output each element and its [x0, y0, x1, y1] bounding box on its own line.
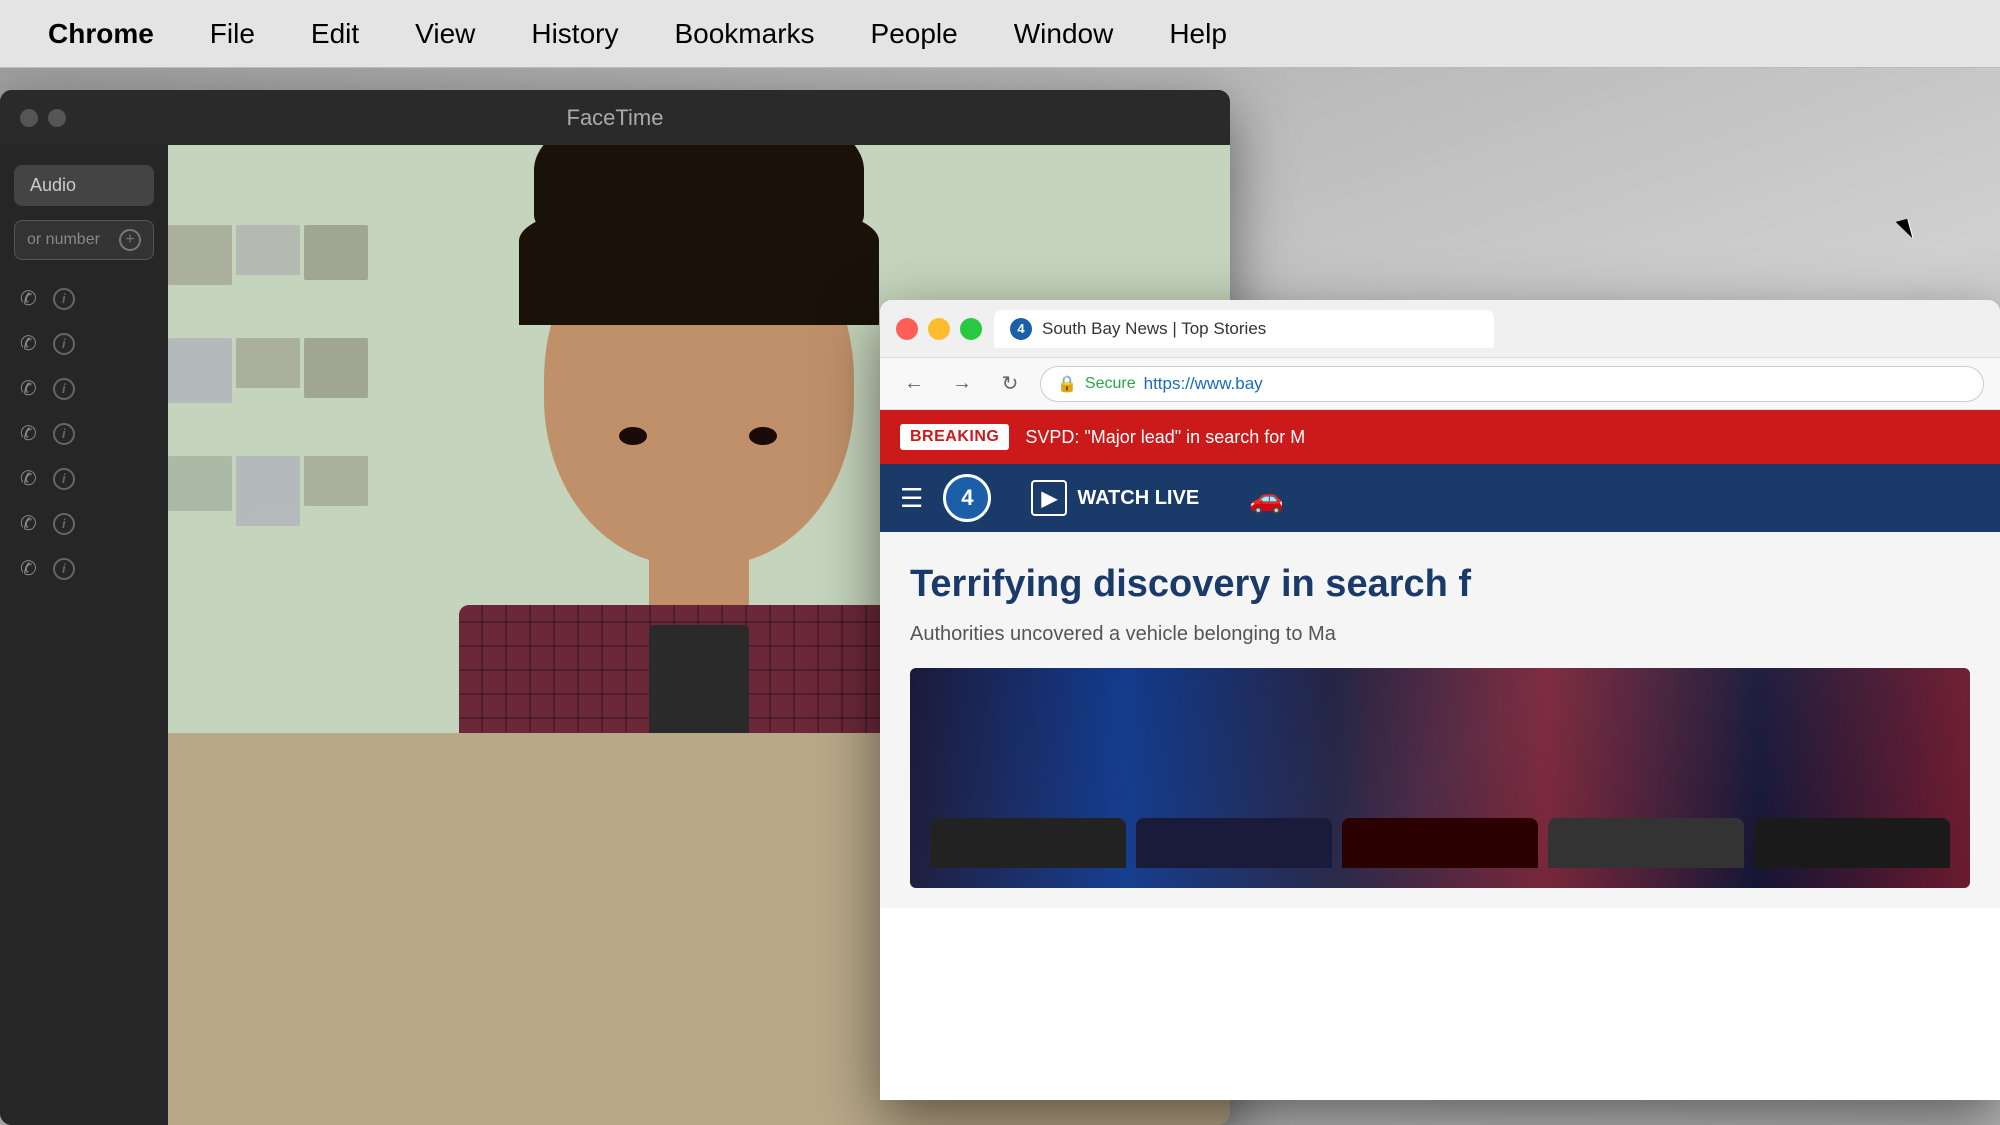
photo-9: [304, 456, 368, 506]
site-navbar: ☰ 4 ▶ WATCH LIVE 🚗: [880, 464, 2000, 532]
menu-window[interactable]: Window: [986, 18, 1142, 50]
photo-4: [168, 338, 232, 403]
browser-window-controls: [896, 318, 982, 340]
url-text: https://www.bay: [1144, 374, 1263, 394]
audio-button[interactable]: Audio: [14, 165, 154, 206]
phone-icon-3: ✆: [20, 376, 37, 401]
add-contact-button[interactable]: +: [119, 229, 141, 251]
browser-toolbar: ← → ↻ 🔒 Secure https://www.bay: [880, 358, 2000, 410]
info-icon-2[interactable]: i: [53, 333, 75, 355]
play-icon: ▶: [1031, 480, 1067, 516]
reload-button[interactable]: ↻: [992, 366, 1028, 402]
contact-row-1: ✆ i: [0, 276, 168, 321]
phone-icon-7: ✆: [20, 556, 37, 581]
photo-8: [236, 456, 300, 526]
facetime-titlebar: FaceTime: [0, 90, 1230, 145]
search-placeholder: or number: [27, 231, 100, 249]
person-left-eye: [619, 427, 647, 445]
play-triangle: ▶: [1042, 486, 1057, 511]
contact-row-7: ✆ i: [0, 546, 168, 591]
menu-bar: Chrome File Edit View History Bookmarks …: [0, 0, 2000, 68]
breaking-text: SVPD: "Major lead" in search for M: [1025, 427, 1305, 448]
photo-7: [168, 456, 232, 511]
browser-maximize-button[interactable]: [960, 318, 982, 340]
channel-logo: 4: [943, 474, 991, 522]
person-hair-side: [519, 205, 879, 325]
breaking-banner: BREAKING SVPD: "Major lead" in search fo…: [880, 410, 2000, 464]
contact-row-6: ✆ i: [0, 501, 168, 546]
menu-history[interactable]: History: [503, 18, 646, 50]
forward-button[interactable]: →: [944, 366, 980, 402]
browser-window: 4 South Bay News | Top Stories ← → ↻ 🔒 S…: [880, 300, 2000, 1100]
photo-5: [236, 338, 300, 388]
news-image: [910, 668, 1970, 888]
info-icon-5[interactable]: i: [53, 468, 75, 490]
phone-icon-2: ✆: [20, 331, 37, 356]
menu-people[interactable]: People: [843, 18, 986, 50]
traffic-icon[interactable]: 🚗: [1249, 482, 1284, 515]
news-subtext: Authorities uncovered a vehicle belongin…: [910, 620, 1970, 648]
menu-help[interactable]: Help: [1141, 18, 1255, 50]
hamburger-icon[interactable]: ☰: [900, 483, 923, 514]
info-icon-6[interactable]: i: [53, 513, 75, 535]
photo-2: [236, 225, 300, 275]
person-right-eye: [749, 427, 777, 445]
car-silhouettes: [910, 818, 1970, 868]
info-icon-3[interactable]: i: [53, 378, 75, 400]
contact-row-5: ✆ i: [0, 456, 168, 501]
car-5: [1754, 818, 1950, 868]
browser-tab[interactable]: 4 South Bay News | Top Stories: [994, 310, 1494, 348]
watch-live-button[interactable]: ▶ WATCH LIVE: [1031, 480, 1199, 516]
info-icon-7[interactable]: i: [53, 558, 75, 580]
lock-icon: 🔒: [1057, 374, 1077, 394]
back-button[interactable]: ←: [896, 366, 932, 402]
phone-icon-4: ✆: [20, 421, 37, 446]
facetime-sidebar: Audio or number + ✆ i ✆ i ✆ i ✆ i ✆ i ✆: [0, 145, 168, 1125]
contact-row-4: ✆ i: [0, 411, 168, 456]
browser-close-button[interactable]: [896, 318, 918, 340]
menu-view[interactable]: View: [387, 18, 503, 50]
news-content: Terrifying discovery in search f Authori…: [880, 532, 2000, 908]
contact-row-2: ✆ i: [0, 321, 168, 366]
tab-favicon: 4: [1010, 318, 1032, 340]
photo-1: [168, 225, 232, 285]
car-3: [1342, 818, 1538, 868]
menu-edit[interactable]: Edit: [283, 18, 387, 50]
secure-label: Secure: [1085, 375, 1136, 393]
phone-icon-5: ✆: [20, 466, 37, 491]
news-headline: Terrifying discovery in search f: [910, 562, 1970, 608]
contact-row-3: ✆ i: [0, 366, 168, 411]
photo-3: [304, 225, 368, 280]
breaking-label: BREAKING: [900, 424, 1009, 450]
phone-icon-1: ✆: [20, 286, 37, 311]
minimize-button[interactable]: [48, 109, 66, 127]
phone-icon-6: ✆: [20, 511, 37, 536]
info-icon-1[interactable]: i: [53, 288, 75, 310]
menu-chrome[interactable]: Chrome: [20, 18, 182, 50]
search-bar[interactable]: or number +: [14, 220, 154, 260]
menu-bookmarks[interactable]: Bookmarks: [646, 18, 842, 50]
menu-file[interactable]: File: [182, 18, 283, 50]
window-controls: [20, 109, 66, 127]
info-icon-4[interactable]: i: [53, 423, 75, 445]
car-4: [1548, 818, 1744, 868]
address-bar[interactable]: 🔒 Secure https://www.bay: [1040, 366, 1984, 402]
car-2: [1136, 818, 1332, 868]
browser-titlebar: 4 South Bay News | Top Stories: [880, 300, 2000, 358]
browser-minimize-button[interactable]: [928, 318, 950, 340]
tab-title: South Bay News | Top Stories: [1042, 319, 1266, 339]
facetime-title: FaceTime: [567, 105, 664, 131]
car-1: [930, 818, 1126, 868]
watch-live-label: WATCH LIVE: [1077, 487, 1199, 510]
photo-wall: [168, 225, 368, 575]
close-button[interactable]: [20, 109, 38, 127]
photo-6: [304, 338, 368, 398]
